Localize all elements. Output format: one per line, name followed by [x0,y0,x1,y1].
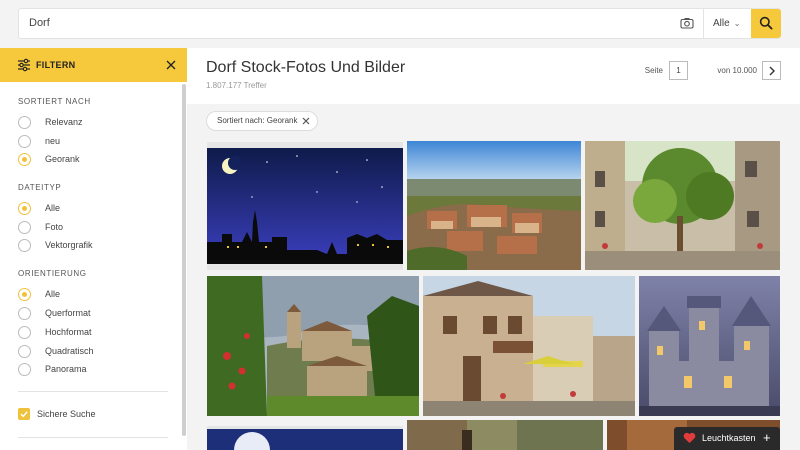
filter-sidebar: FILTERN SORTIERT NACH Relevanz neu Geora… [0,48,187,450]
results-header: Dorf Stock-Fotos Und Bilder 1.807.177 Tr… [187,48,800,104]
plus-icon: + [763,430,771,445]
option-label: Vektorgrafik [45,240,93,250]
thumbnail-french-street[interactable] [423,276,635,416]
option-label: Georank [45,154,80,164]
radio-button-selected[interactable] [18,288,31,301]
thumbnail-tuscan-village[interactable] [407,141,581,270]
section-label-orientation: ORIENTIERUNG [18,269,87,278]
asset-type-select[interactable]: Alle ⌄ [705,9,751,38]
option-label: Alle [45,289,61,299]
option-label: Relevanz [45,117,83,127]
next-page-button[interactable] [762,61,781,80]
lightbox-label: Leuchtkasten [702,433,756,443]
checkbox-checked[interactable] [18,408,30,420]
search-box: Dorf Alle ⌄ [18,8,781,39]
sort-chip-label: Sortiert nach: Georank [217,116,298,125]
sliders-icon [17,58,31,72]
page-title: Dorf Stock-Fotos Und Bilder [206,59,406,76]
heart-icon [683,432,696,443]
safe-search-label: Sichere Suche [37,409,96,419]
radio-button[interactable] [18,239,31,252]
radio-button[interactable] [18,326,31,339]
section-label-filetype: DATEITYP [18,183,62,192]
close-icon[interactable] [164,58,178,72]
section-label-sort: SORTIERT NACH [18,97,91,106]
radio-button[interactable] [18,135,31,148]
option-label: neu [45,136,61,146]
page-number-input[interactable]: 1 [669,61,688,80]
top-bar: Dorf Alle ⌄ [0,0,800,48]
radio-button[interactable] [18,363,31,376]
sidebar-scrollbar[interactable] [182,84,186,436]
divider [18,437,168,438]
asset-type-label: Alle [713,18,730,29]
filter-title: FILTERN [36,60,76,70]
sort-chip[interactable]: Sortiert nach: Georank [206,111,319,131]
radio-button[interactable] [18,345,31,358]
chevron-right-icon [769,66,775,76]
lightbox-button[interactable]: Leuchtkasten + [674,427,780,450]
pagination: Seite 1 von 10.000 [641,61,781,80]
page-label: Seite [644,66,663,75]
radio-button[interactable] [18,116,31,129]
option-label: Hochformat [45,327,92,337]
option-label: Querformat [45,308,91,318]
camera-icon[interactable] [679,15,695,31]
search-input[interactable]: Dorf [29,9,50,38]
option-label: Panorama [45,364,87,374]
result-count: 1.807.177 Treffer [206,81,267,90]
thumbnail-night-village[interactable] [207,142,403,270]
radio-button-selected[interactable] [18,202,31,215]
thumbnail-full-moon-night[interactable] [207,426,403,450]
radio-button[interactable] [18,307,31,320]
thumbnail-fantasy-castle[interactable] [639,276,780,416]
search-button[interactable] [751,9,781,38]
thumbnail-village-square[interactable] [585,141,780,270]
search-icon [759,16,773,30]
filter-header: FILTERN [0,48,187,82]
search-divider [703,9,704,38]
option-label: Quadratisch [45,346,94,356]
chevron-down-icon: ⌄ [733,19,741,28]
option-label: Foto [45,222,64,232]
page-total: von 10.000 [717,66,757,75]
close-icon[interactable] [302,117,310,125]
option-label: Alle [45,203,61,213]
divider [18,391,168,392]
check-icon [20,411,28,418]
thumbnail-hillside-village[interactable] [207,276,419,416]
radio-button[interactable] [18,221,31,234]
thumbnail-stone-houses[interactable] [407,420,603,450]
radio-button-selected[interactable] [18,153,31,166]
